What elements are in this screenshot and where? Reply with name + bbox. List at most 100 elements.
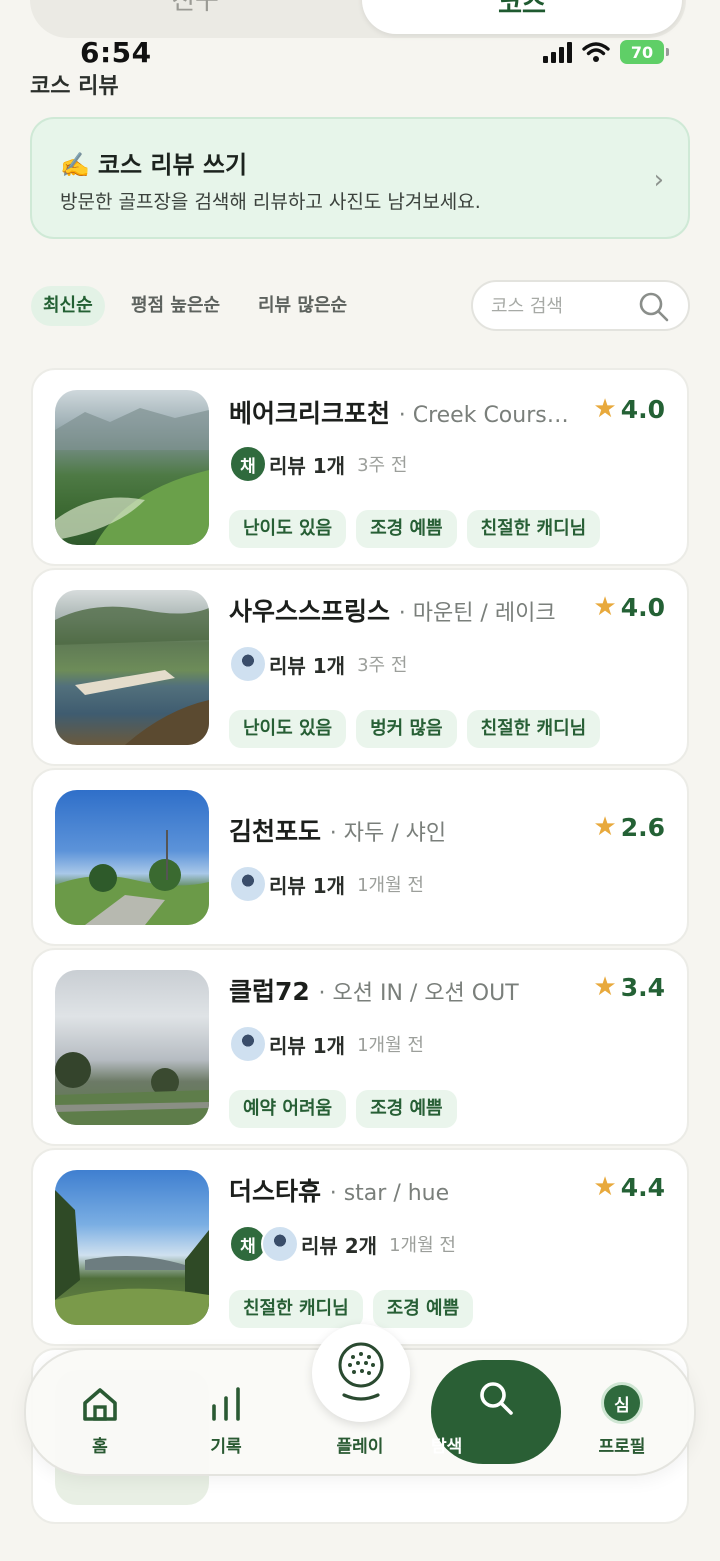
status-icons: 70 (543, 40, 669, 64)
course-subtitle: · 오션 IN / 오션 OUT (318, 981, 519, 1006)
review-meta: 채 리뷰 1개 3주 전 (229, 444, 407, 484)
bottom-nav: 홈 기록 플레이 탐색 심 프로필 (24, 1324, 696, 1478)
review-time: 1개월 전 (357, 1035, 424, 1056)
review-count: 리뷰 1개 (269, 653, 346, 678)
course-rating: ★ 4.0 (593, 394, 665, 424)
review-meta: 리뷰 1개 3주 전 (229, 644, 407, 684)
sort-top-rated[interactable]: 평점 높은순 (119, 286, 232, 326)
course-name-text: 베어크리크포천 (229, 399, 391, 428)
chevron-right-icon: › (653, 165, 664, 195)
course-card[interactable]: 더스타휴 · star / hue ★ 4.4 채 리뷰 2개 1개월 전 친절한… (31, 1148, 689, 1346)
tag: 조경 예쁨 (356, 510, 457, 548)
course-rating: ★ 2.6 (593, 812, 665, 842)
signal-icon (543, 41, 572, 63)
tag: 조경 예쁨 (356, 1090, 457, 1128)
course-name: 사우스스프링스 · 마운틴 / 레이크 (229, 592, 556, 628)
course-subtitle: · Creek Cours… (398, 403, 569, 428)
star-icon: ★ (593, 1172, 617, 1202)
nav-profile[interactable]: 심 프로필 (562, 1350, 682, 1478)
course-name-text: 더스타휴 (229, 1177, 322, 1206)
search-icon[interactable] (638, 291, 670, 323)
course-search-box[interactable] (471, 280, 690, 331)
review-count: 리뷰 1개 (269, 1033, 346, 1058)
course-name: 더스타휴 · star / hue (229, 1172, 449, 1208)
play-button[interactable] (312, 1324, 410, 1422)
avatar (261, 1225, 299, 1263)
home-icon (83, 1388, 117, 1421)
search-input[interactable] (491, 290, 641, 322)
rating-value: 4.0 (620, 592, 665, 622)
avatar (229, 1025, 267, 1063)
search-icon (480, 1382, 513, 1415)
rating-value: 4.4 (620, 1172, 665, 1202)
avatar (229, 645, 267, 683)
nav-play-label: 플레이 (336, 1437, 384, 1457)
tag: 벙커 많음 (356, 710, 457, 748)
tag-list: 난이도 있음 벙커 많음 친절한 캐디님 (229, 710, 601, 748)
star-icon: ★ (593, 972, 617, 1002)
course-subtitle: · 마운틴 / 레이크 (398, 601, 556, 626)
course-card[interactable]: 사우스스프링스 · 마운틴 / 레이크 ★ 4.0 리뷰 1개 3주 전 난이도 … (31, 568, 689, 766)
course-card[interactable]: 베어크리크포천 · Creek Cours… ★ 4.0 채 리뷰 1개 3주 전… (31, 368, 689, 566)
review-time: 3주 전 (357, 455, 408, 476)
course-rating: ★ 4.0 (593, 592, 665, 622)
rating-value: 4.0 (620, 394, 665, 424)
tag: 난이도 있음 (229, 710, 347, 748)
review-time: 1개월 전 (357, 875, 424, 896)
wifi-icon (582, 42, 610, 62)
course-card[interactable]: 클럽72 · 오션 IN / 오션 OUT ★ 3.4 리뷰 1개 1개월 전 예… (31, 948, 689, 1146)
tag: 예약 어려움 (229, 1090, 347, 1128)
sort-most-reviews[interactable]: 리뷰 많은순 (246, 286, 359, 326)
bar-chart-icon (212, 1387, 240, 1421)
course-photo (55, 390, 209, 545)
sort-latest[interactable]: 최신순 (31, 286, 105, 326)
course-name: 클럽72 · 오션 IN / 오션 OUT (229, 972, 519, 1008)
course-rating: ★ 4.4 (593, 1172, 665, 1202)
banner-subtitle: 방문한 골프장을 검색해 리뷰하고 사진도 남겨보세요. (60, 191, 481, 213)
nav-explore[interactable]: 탐색 (431, 1360, 561, 1464)
star-icon: ★ (593, 394, 617, 424)
review-meta: 리뷰 1개 1개월 전 (229, 1024, 424, 1064)
golf-ball-icon (338, 1342, 384, 1401)
course-photo (55, 970, 209, 1125)
course-name: 베어크리크포천 · Creek Cours… (229, 394, 569, 430)
review-meta: 채 리뷰 2개 1개월 전 (229, 1224, 456, 1264)
nav-records-label: 기록 (210, 1437, 242, 1457)
rating-value: 3.4 (620, 972, 665, 1002)
nav-home-label: 홈 (92, 1437, 108, 1457)
review-time: 1개월 전 (389, 1235, 456, 1256)
battery-level: 70 (630, 42, 654, 62)
battery-icon: 70 (620, 40, 669, 64)
course-name-text: 김천포도 (229, 817, 322, 846)
avatar (229, 865, 267, 903)
tab-friends[interactable]: 친구 (30, 0, 360, 32)
course-photo (55, 790, 209, 925)
star-icon: ★ (593, 812, 617, 842)
nav-profile-label: 프로필 (598, 1437, 646, 1457)
nav-home[interactable]: 홈 (40, 1350, 160, 1478)
profile-initial: 심 (601, 1382, 643, 1424)
tag: 조경 예쁨 (372, 1290, 474, 1328)
status-time: 6:54 (80, 36, 152, 69)
banner-title-text: 코스 리뷰 쓰기 (97, 151, 248, 179)
tag: 친절한 캐디님 (466, 510, 601, 548)
review-meta: 리뷰 1개 1개월 전 (229, 864, 424, 904)
course-photo (55, 1170, 209, 1325)
course-name: 김천포도 · 자두 / 샤인 (229, 812, 446, 848)
course-subtitle: · star / hue (329, 1181, 450, 1206)
course-friend-segment: 친구 코스 (30, 0, 686, 38)
course-name-text: 클럽72 (229, 977, 310, 1006)
nav-records[interactable]: 기록 (166, 1350, 286, 1478)
tab-courses[interactable]: 코스 (362, 0, 682, 34)
course-rating: ★ 3.4 (593, 972, 665, 1002)
tag-list: 친절한 캐디님 조경 예쁨 (229, 1290, 474, 1328)
write-review-banner[interactable]: ✍️ 코스 리뷰 쓰기 방문한 골프장을 검색해 리뷰하고 사진도 남겨보세요. … (30, 117, 690, 239)
tag: 난이도 있음 (229, 510, 347, 548)
course-card[interactable]: 김천포도 · 자두 / 샤인 ★ 2.6 리뷰 1개 1개월 전 (31, 768, 689, 946)
nav-explore-label: 탐색 (431, 1437, 463, 1457)
star-icon: ★ (593, 592, 617, 622)
course-name-text: 사우스스프링스 (229, 597, 391, 626)
profile-avatar: 심 (601, 1382, 643, 1424)
nav-play[interactable]: 플레이 (302, 1324, 422, 1478)
page-title: 코스 리뷰 (30, 74, 119, 99)
